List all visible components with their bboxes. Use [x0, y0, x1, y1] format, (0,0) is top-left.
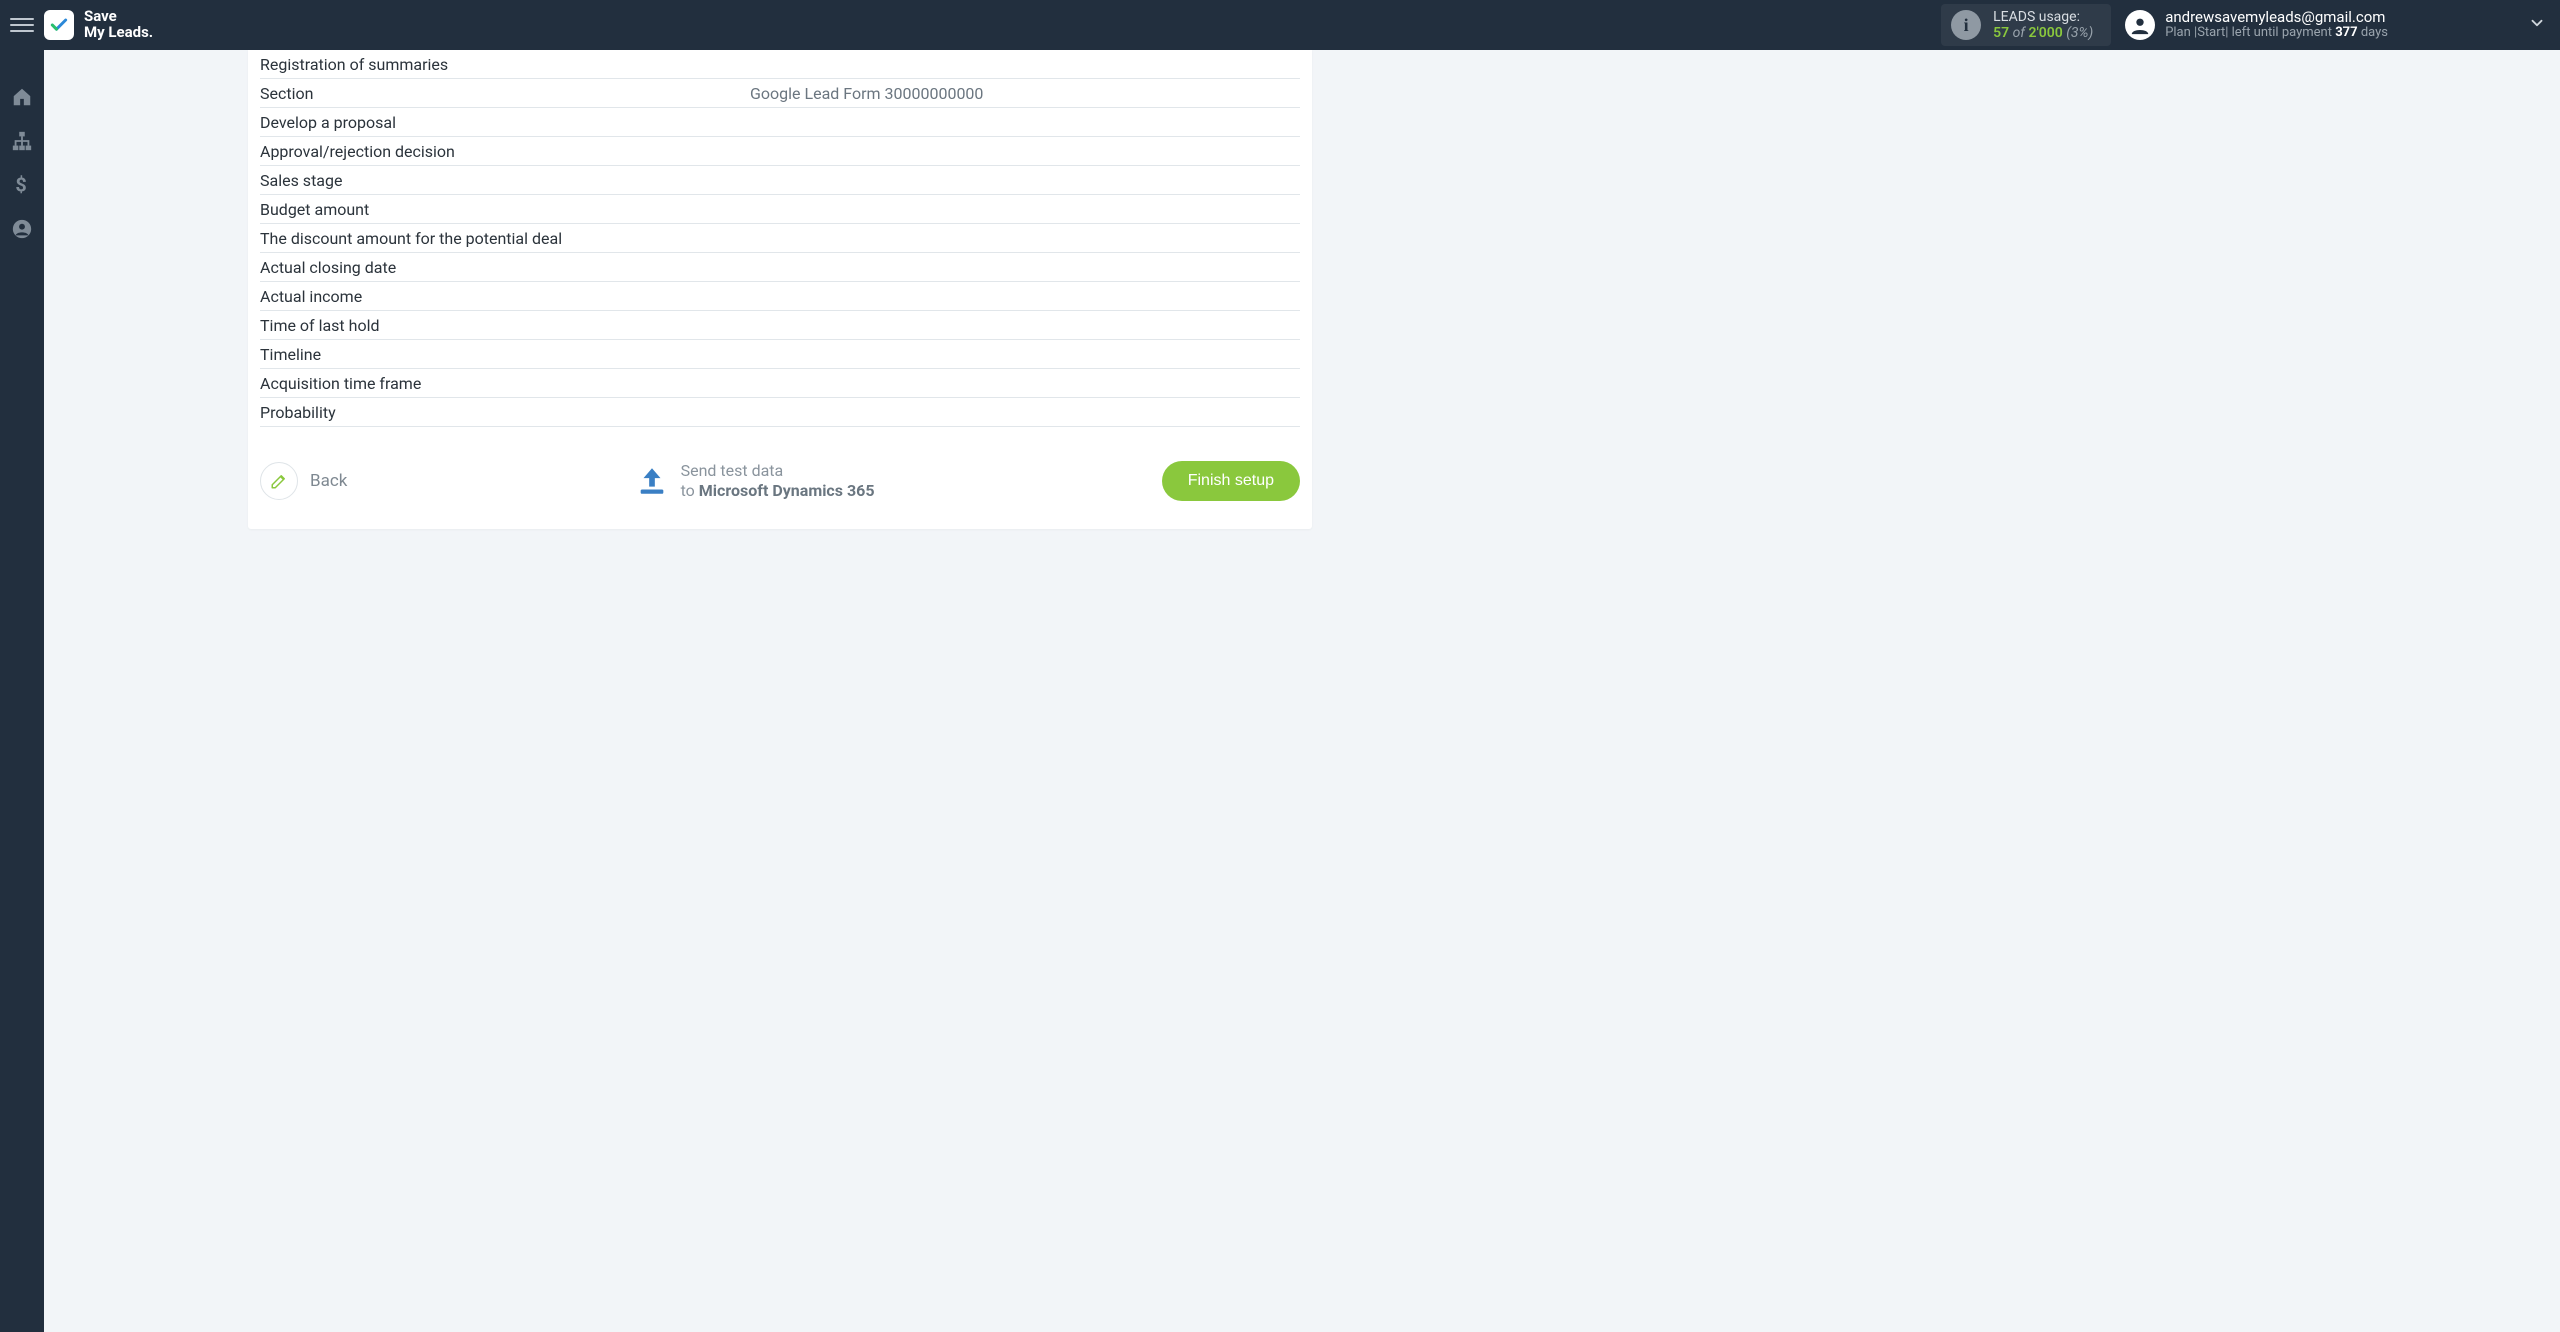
- logo-icon[interactable]: [44, 10, 74, 40]
- sitemap-icon: [11, 130, 33, 152]
- usage-pct: (3%): [2063, 25, 2093, 41]
- user-plan: Plan |Start| left until payment 377 days: [2165, 26, 2388, 41]
- leads-usage-block[interactable]: i LEADS usage: 57 of 2'000 (3%): [1941, 4, 2111, 46]
- field-row[interactable]: Acquisition time frame: [260, 369, 1300, 398]
- pencil-icon: [270, 472, 288, 490]
- avatar: [2125, 10, 2155, 40]
- sidebar-item-account[interactable]: [11, 218, 33, 240]
- send-test-line1: Send test data: [681, 461, 875, 481]
- usage-numbers: 57 of 2'000 (3%): [1993, 25, 2093, 41]
- plan-prefix: Plan |Start| left until payment: [2165, 25, 2335, 40]
- field-label: Acquisition time frame: [260, 374, 750, 393]
- sidebar-item-connections[interactable]: [11, 130, 33, 152]
- field-row[interactable]: Actual income: [260, 282, 1300, 311]
- chevron-down-icon[interactable]: [2528, 14, 2546, 36]
- actions-bar: Back Send test data to Microsoft Dynamic…: [248, 427, 1312, 501]
- svg-text:$: $: [15, 174, 26, 196]
- back-button[interactable]: Back: [260, 462, 347, 500]
- sidebar-item-billing[interactable]: $: [11, 174, 33, 196]
- send-to: to: [681, 481, 699, 500]
- user-icon: [2129, 14, 2151, 36]
- back-label: Back: [310, 471, 347, 491]
- field-row[interactable]: Budget amount: [260, 195, 1300, 224]
- setup-card: Registration of summaries SectionGoogle L…: [248, 50, 1312, 529]
- field-label: Registration of summaries: [260, 55, 750, 74]
- field-row[interactable]: Sales stage: [260, 166, 1300, 195]
- send-dest: Microsoft Dynamics 365: [699, 481, 875, 500]
- home-icon: [11, 86, 33, 108]
- field-row[interactable]: The discount amount for the potential de…: [260, 224, 1300, 253]
- check-icon: [49, 15, 69, 35]
- edit-icon-circle: [260, 462, 298, 500]
- field-label: Budget amount: [260, 200, 750, 219]
- plan-suffix: days: [2358, 25, 2388, 40]
- field-label: The discount amount for the potential de…: [260, 229, 750, 248]
- user-circle-icon: [11, 218, 33, 240]
- field-label: Timeline: [260, 345, 750, 364]
- dollar-icon: $: [15, 174, 29, 196]
- field-row[interactable]: SectionGoogle Lead Form 30000000000: [260, 79, 1300, 108]
- user-block[interactable]: andrewsavemyleads@gmail.com Plan |Start|…: [2125, 9, 2388, 41]
- send-test-text: Send test data to Microsoft Dynamics 365: [681, 461, 875, 501]
- field-label: Section: [260, 84, 750, 103]
- usage-used: 57: [1993, 25, 2009, 41]
- field-label: Probability: [260, 403, 750, 422]
- field-row[interactable]: Timeline: [260, 340, 1300, 369]
- field-label: Approval/rejection decision: [260, 142, 750, 161]
- field-row[interactable]: Develop a proposal: [260, 108, 1300, 137]
- usage-total: 2'000: [2028, 25, 2062, 41]
- field-rows: Registration of summaries SectionGoogle L…: [248, 50, 1312, 427]
- main: Registration of summaries SectionGoogle L…: [44, 50, 2560, 1332]
- field-row[interactable]: Actual closing date: [260, 253, 1300, 282]
- field-row[interactable]: Time of last hold: [260, 311, 1300, 340]
- field-row[interactable]: Registration of summaries: [260, 50, 1300, 79]
- upload-icon: [635, 464, 669, 498]
- send-test-button[interactable]: Send test data to Microsoft Dynamics 365: [635, 461, 875, 501]
- brand-name: Save My Leads.: [84, 9, 153, 41]
- menu-button[interactable]: [10, 13, 34, 37]
- field-label: Time of last hold: [260, 316, 750, 335]
- field-label: Develop a proposal: [260, 113, 750, 132]
- brand-line2: My Leads.: [84, 25, 153, 41]
- usage-label: LEADS usage:: [1993, 9, 2093, 25]
- field-row[interactable]: Approval/rejection decision: [260, 137, 1300, 166]
- field-label: Sales stage: [260, 171, 750, 190]
- info-icon: i: [1951, 10, 1981, 40]
- user-text: andrewsavemyleads@gmail.com Plan |Start|…: [2165, 9, 2388, 41]
- finish-setup-button[interactable]: Finish setup: [1162, 461, 1300, 501]
- send-test-line2: to Microsoft Dynamics 365: [681, 481, 875, 501]
- field-value: Google Lead Form 30000000000: [750, 84, 1300, 103]
- usage-text: LEADS usage: 57 of 2'000 (3%): [1993, 9, 2093, 41]
- sidebar: $: [0, 50, 44, 1332]
- field-label: Actual income: [260, 287, 750, 306]
- user-email: andrewsavemyleads@gmail.com: [2165, 9, 2388, 26]
- header: Save My Leads. i LEADS usage: 57 of 2'00…: [0, 0, 2560, 50]
- plan-days: 377: [2335, 25, 2357, 40]
- sidebar-item-home[interactable]: [11, 86, 33, 108]
- field-row[interactable]: Probability: [260, 398, 1300, 427]
- field-label: Actual closing date: [260, 258, 750, 277]
- usage-of: of: [2009, 25, 2028, 41]
